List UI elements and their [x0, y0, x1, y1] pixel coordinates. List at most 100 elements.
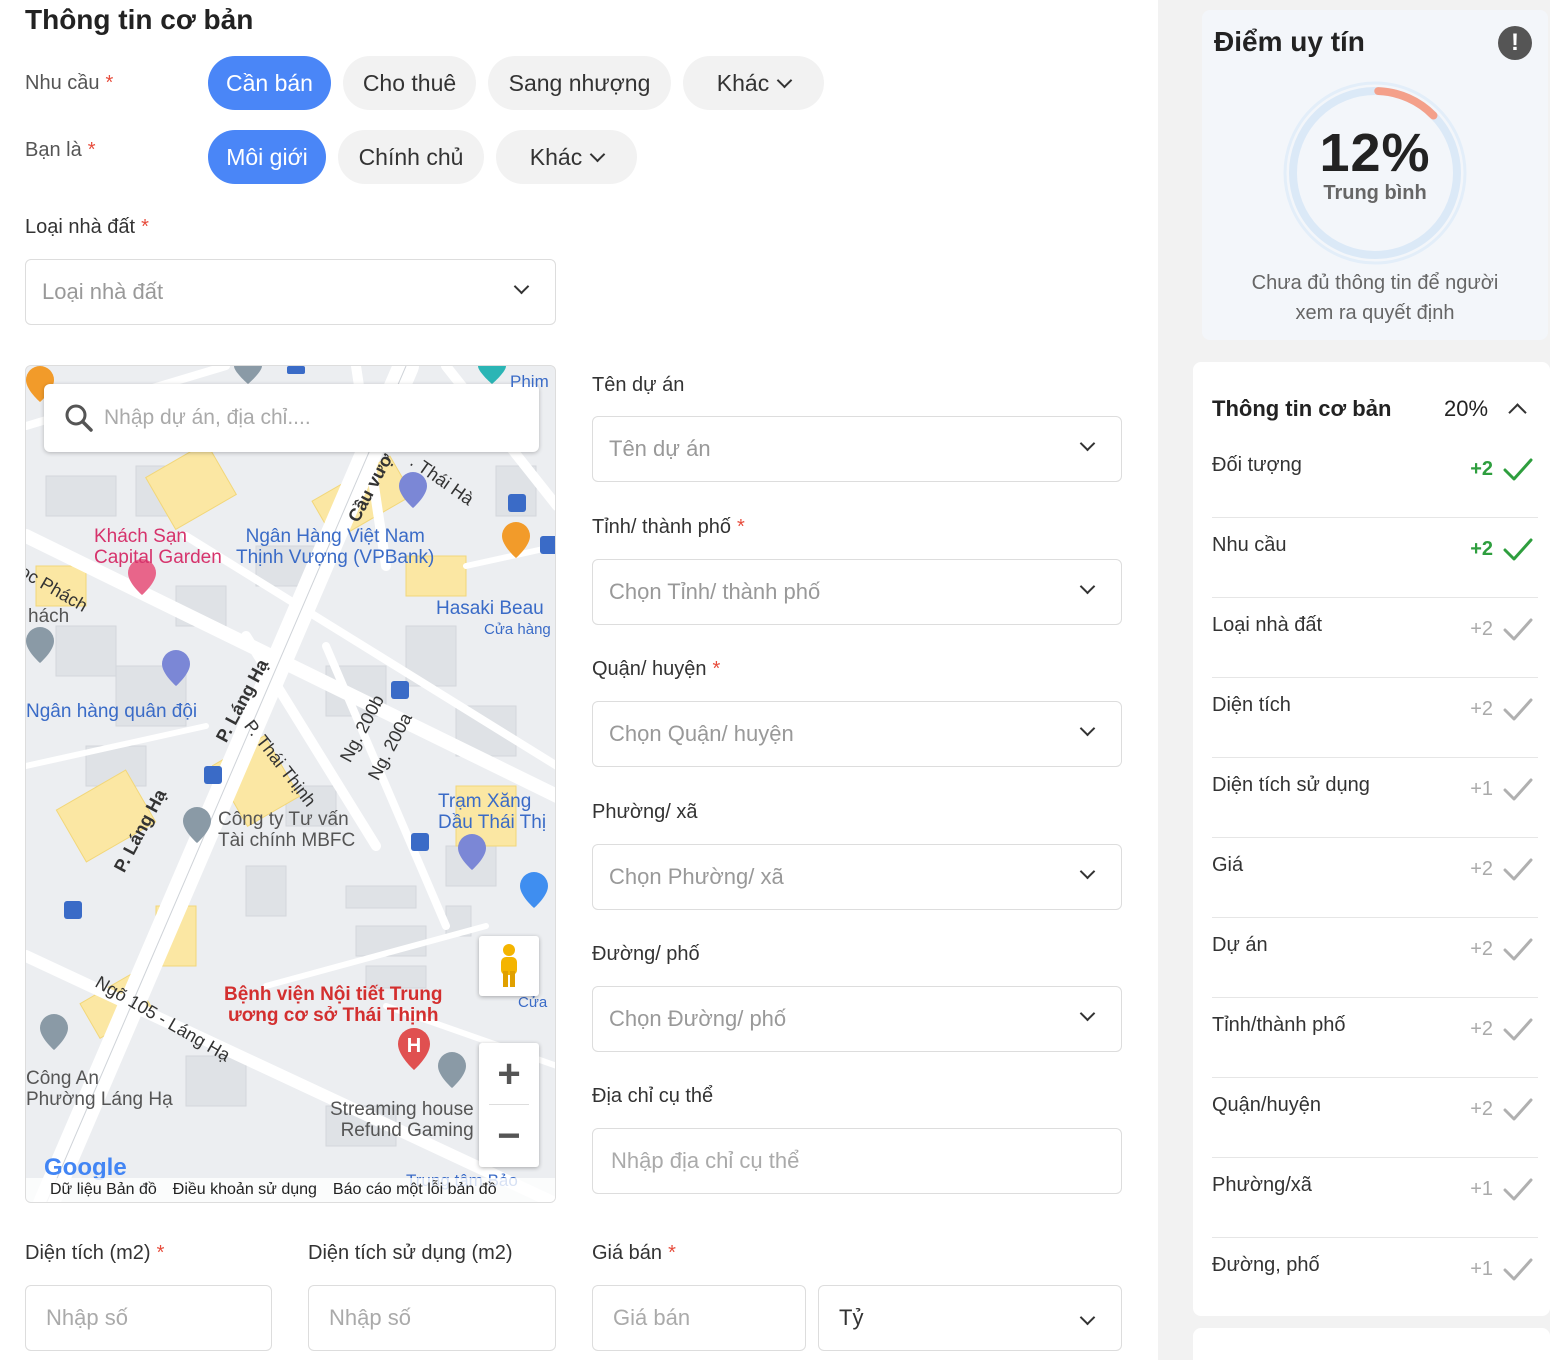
chevron-down-icon — [1079, 1005, 1096, 1022]
checklist-item-points: +2 — [1470, 1018, 1493, 1040]
checklist-item-points: +1 — [1470, 1258, 1493, 1280]
price-input[interactable]: Giá bán — [592, 1285, 806, 1351]
svg-text:H: H — [407, 1035, 421, 1057]
checklist-item: Dự án +2 — [1212, 918, 1538, 998]
pegman-icon — [501, 944, 517, 987]
check-icon — [1503, 778, 1533, 801]
score-value: 12% — [1319, 123, 1431, 183]
checklist-item: Đường, phố +1 — [1212, 1238, 1538, 1318]
street-label: Đường/ phố — [592, 943, 700, 965]
need-more-label: Khác — [716, 69, 770, 96]
project-label: Tên dự án — [592, 374, 685, 396]
checklist-item-name: Loại nhà đất — [1212, 614, 1323, 636]
street-select[interactable]: Chọn Đường/ phố — [592, 986, 1122, 1052]
checklist-item-points: +2 — [1470, 458, 1493, 480]
ward-label: Phường/ xã — [592, 801, 698, 823]
you-are-more-label: Khác — [529, 143, 583, 170]
checklist-panel: Thông tin cơ bản 20% Đối tượng +2 Nhu cầu +… — [1193, 362, 1550, 1316]
chevron-down-icon — [513, 278, 530, 295]
checklist-item: Phường/xã +1 — [1212, 1158, 1538, 1238]
check-icon — [1503, 618, 1533, 641]
main-form: Thông tin cơ bản Nhu cầu * Cần bán Cho th… — [0, 0, 1158, 1360]
checklist-item-points: +1 — [1470, 778, 1493, 800]
chevron-down-icon — [1079, 578, 1096, 595]
map-label-mbfc: Công ty Tư vấn Tài chính MBFC — [218, 809, 356, 851]
district-select[interactable]: Chọn Quận/ huyện — [592, 701, 1122, 767]
checklist-item-points: +2 — [1470, 858, 1493, 880]
used-area-label: Diện tích sử dụng (m2) — [308, 1242, 513, 1264]
score-level: Trung bình — [1323, 182, 1427, 204]
checklist-item-name: Giá — [1212, 854, 1244, 876]
checklist-item: Tỉnh/thành phố +2 — [1212, 998, 1538, 1078]
ward-select[interactable]: Chọn Phường/ xã — [592, 844, 1122, 910]
checklist-item-points: +2 — [1470, 938, 1493, 960]
price-label: Giá bán * — [592, 1242, 676, 1264]
you-are-option-more[interactable]: Khác — [496, 130, 637, 184]
map-label-mbbank: Ngân hàng quân đội — [26, 701, 198, 722]
map-data-link[interactable]: Dữ liệu Bản đồ — [50, 1181, 157, 1199]
you-are-label: Bạn là * — [25, 139, 96, 161]
chevron-down-icon — [589, 146, 606, 162]
checklist-item: Nhu cầu +2 — [1212, 518, 1538, 598]
map-label-phim: Phim — [510, 372, 549, 391]
checklist-item-points: +2 — [1470, 538, 1493, 560]
property-type-select[interactable]: Loại nhà đất — [25, 259, 556, 325]
checklist-item-name: Dự án — [1212, 934, 1268, 956]
map-widget[interactable]: H Nhập dự án, địa chỉ.... Khách Sạn Capit… — [25, 365, 556, 1203]
next-section-card — [1193, 1328, 1550, 1360]
info-icon[interactable]: ! — [1498, 26, 1532, 60]
map-report-link[interactable]: Báo cáo một lỗi bản đồ — [333, 1181, 497, 1199]
checklist-item-name: Đường, phố — [1212, 1254, 1320, 1276]
check-icon — [1503, 1018, 1533, 1041]
you-are-option-owner[interactable]: Chính chủ — [338, 130, 484, 184]
map-terms-link[interactable]: Điều khoản sử dụng — [173, 1181, 317, 1199]
check-icon — [1503, 538, 1533, 561]
score-description: Chưa đủ thông tin để người xem ra quyết … — [1251, 272, 1499, 324]
street-view-pegman[interactable] — [479, 936, 539, 996]
address-input[interactable]: Nhập địa chỉ cụ thể — [592, 1128, 1122, 1194]
map-footer: Dữ liệu Bản đồ Điều khoản sử dụng Báo cá… — [26, 1178, 555, 1202]
chevron-down-icon — [1079, 435, 1096, 452]
checklist-item: Diện tích sử dụng +1 — [1212, 758, 1538, 838]
checklist-percent: 20% — [1444, 396, 1489, 421]
check-icon — [1503, 858, 1533, 881]
area-input[interactable]: Nhập số — [25, 1285, 272, 1351]
used-area-input[interactable]: Nhập số — [308, 1285, 556, 1351]
project-select[interactable]: Tên dự án — [592, 416, 1122, 482]
map-label-vpbank: Ngân Hàng Việt Nam Thịnh Vượng (VPBank) — [236, 526, 435, 568]
zoom-out-button[interactable]: − — [479, 1105, 539, 1167]
chevron-down-icon — [1079, 1309, 1096, 1326]
chevron-down-icon — [1079, 863, 1096, 880]
search-icon — [65, 404, 93, 432]
map-label-hospital: Bệnh viện Nội tiết Trung ương cơ sở Thái … — [224, 984, 443, 1026]
check-icon — [1503, 1098, 1533, 1121]
map-label-hotel: Khách Sạn Capital Garden — [94, 526, 222, 568]
need-option-more[interactable]: Khác — [683, 56, 824, 110]
district-label: Quận/ huyện * — [592, 658, 721, 680]
need-label: Nhu cầu * — [25, 72, 114, 94]
checklist-item: Diện tích +2 — [1212, 678, 1538, 758]
map-search-input[interactable]: Nhập dự án, địa chỉ.... — [44, 384, 539, 452]
reputation-score-card: Điểm uy tín ! 12% Trung bình Chưa đủ thô… — [1202, 10, 1548, 340]
map-label-police: Công An Phường Láng Hạ — [26, 1068, 173, 1110]
zoom-in-button[interactable]: + — [479, 1043, 539, 1105]
price-unit-select[interactable]: Tỷ — [818, 1285, 1122, 1351]
checklist-item-name: Nhu cầu — [1212, 534, 1287, 556]
chevron-down-icon — [1079, 720, 1096, 737]
need-option-transfer[interactable]: Sang nhượng — [488, 56, 671, 110]
checklist-item: Quận/huyện +2 — [1212, 1078, 1538, 1158]
province-select[interactable]: Chọn Tỉnh/ thành phố — [592, 559, 1122, 625]
map-label-gas: Trạm Xăng Dầu Thái Thị — [438, 791, 547, 833]
check-icon — [1503, 458, 1533, 481]
checklist-item-name: Đối tượng — [1212, 454, 1302, 476]
you-are-option-broker[interactable]: Môi giới — [208, 130, 326, 184]
check-icon — [1503, 1178, 1533, 1201]
map-label-streaming: Streaming house Refund Gaming — [330, 1099, 474, 1141]
need-option-rent[interactable]: Cho thuê — [343, 56, 476, 110]
chevron-down-icon — [776, 72, 793, 88]
need-option-sell[interactable]: Cần bán — [208, 56, 331, 110]
checklist-item-points: +2 — [1470, 698, 1493, 720]
checklist-item-points: +2 — [1470, 1098, 1493, 1120]
chevron-up-icon[interactable] — [1508, 403, 1527, 422]
checklist-item-name: Phường/xã — [1212, 1174, 1312, 1196]
